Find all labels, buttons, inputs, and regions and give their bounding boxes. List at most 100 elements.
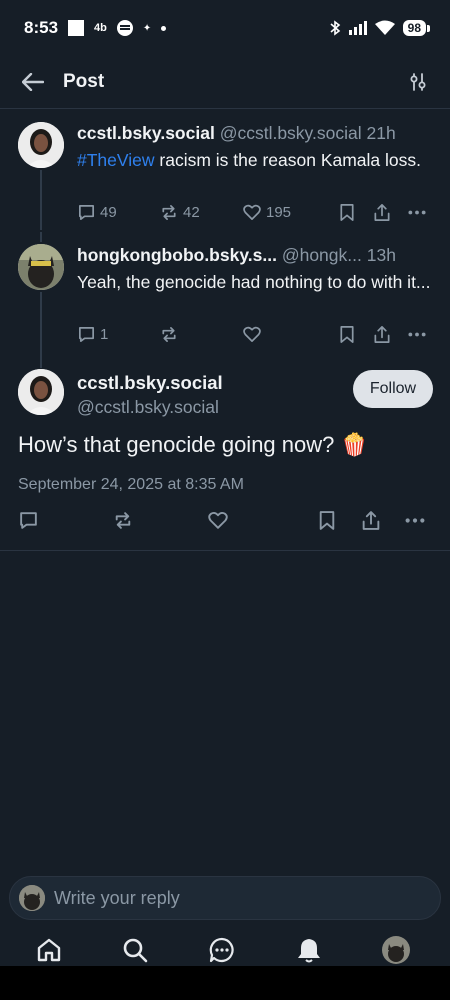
share-icon (374, 204, 390, 221)
time-ago: 21h (366, 123, 396, 143)
thread-settings-button[interactable] (406, 70, 430, 94)
reply-count: 49 (100, 204, 117, 221)
repost-button[interactable] (159, 325, 179, 344)
avatar-image (18, 122, 64, 168)
follow-button[interactable]: Follow (353, 370, 433, 408)
nav-home[interactable] (35, 936, 63, 964)
search-icon (123, 938, 148, 963)
post-text: #TheView racism is the reason Kamala los… (77, 149, 432, 172)
status-time: 8:53 (24, 18, 59, 37)
share-icon (362, 511, 380, 530)
like-button[interactable] (242, 325, 262, 344)
bottom-nav (0, 928, 450, 966)
wifi-icon (374, 20, 395, 35)
spotify-icon (116, 20, 133, 36)
post-text: How’s that genocide going now? 🍿 (18, 432, 368, 457)
reply-count: 1 (100, 326, 109, 343)
handle: @ccstl.bsky.social (77, 397, 219, 417)
status-right: 98 (329, 20, 431, 36)
time-ago: 13h (366, 245, 396, 265)
heart-icon (243, 204, 261, 221)
profile-avatar (382, 936, 410, 964)
notification-text: 4b (94, 22, 107, 34)
display-name[interactable]: ccstl.bsky.social (77, 123, 215, 143)
notification-square-icon (68, 20, 85, 36)
post-header: hongkongbobo.bsky.s... @hongk... 13h (77, 245, 396, 266)
reply-button[interactable] (18, 510, 39, 531)
like-button[interactable] (207, 510, 229, 531)
post-header: ccstl.bsky.social @ccstl.bsky.social 21h (77, 123, 396, 144)
post-actions: 49 42 195 (77, 203, 432, 227)
share-button[interactable] (361, 510, 381, 531)
bookmark-icon (340, 204, 354, 221)
nav-profile[interactable] (382, 936, 410, 964)
sliders-icon (410, 73, 426, 91)
heart-icon (243, 326, 261, 343)
divider (0, 550, 450, 551)
nav-chat[interactable] (208, 936, 236, 964)
thread-line (40, 170, 42, 230)
bookmark-icon (319, 511, 335, 530)
avatar[interactable] (18, 369, 64, 415)
more-icon (408, 332, 426, 337)
post-actions (18, 510, 432, 536)
bookmark-button[interactable] (339, 203, 355, 222)
share-button[interactable] (373, 325, 391, 344)
like-count: 195 (266, 204, 292, 221)
signal-icon (348, 21, 367, 35)
reply-composer[interactable]: Write your reply (9, 876, 441, 920)
post-date: September 24, 2025 at 8:35 AM (18, 476, 244, 493)
system-navigation-bar (0, 966, 450, 1000)
repost-count: 42 (183, 204, 200, 221)
reply-button[interactable]: 49 (77, 203, 117, 222)
like-button[interactable]: 195 (242, 203, 291, 222)
arrow-left-icon (22, 73, 44, 91)
nav-notifications[interactable] (295, 936, 323, 964)
chat-icon (209, 937, 234, 963)
back-button[interactable] (20, 69, 46, 95)
display-name[interactable]: hongkongbobo.bsky.s... (77, 245, 277, 265)
more-button[interactable] (407, 325, 427, 344)
bluetooth-icon (330, 20, 340, 36)
handle: @hongk... (281, 245, 362, 265)
reply-button[interactable]: 1 (77, 325, 108, 344)
hashtag-link[interactable]: #TheView (77, 150, 155, 170)
repost-icon (162, 204, 176, 221)
more-icon (408, 210, 426, 215)
bookmark-button[interactable] (318, 510, 336, 531)
status-left: 8:53 4b ✦ (24, 18, 167, 38)
comment-icon (78, 204, 95, 221)
repost-icon (115, 512, 131, 529)
sparkle-icon: ✦ (142, 22, 152, 34)
dot-icon (161, 25, 167, 31)
repost-button[interactable] (112, 510, 134, 531)
repost-icon (162, 326, 176, 343)
avatar[interactable] (18, 122, 64, 168)
bookmark-icon (340, 326, 354, 343)
reply-placeholder: Write your reply (54, 887, 180, 908)
header: Post (0, 56, 450, 109)
avatar-image (18, 369, 64, 415)
thread-line (40, 232, 42, 242)
avatar-image (18, 244, 64, 290)
page-title: Post (63, 71, 105, 92)
more-button[interactable] (407, 203, 427, 222)
battery-indicator: 98 (402, 20, 431, 36)
heart-icon (208, 511, 228, 529)
home-icon (37, 938, 61, 962)
share-icon (374, 326, 390, 343)
user-avatar (19, 885, 45, 911)
more-button[interactable] (404, 510, 426, 531)
bell-icon (298, 939, 320, 963)
repost-button[interactable]: 42 (159, 203, 200, 222)
post-text-content: racism is the reason Kamala loss. (154, 150, 422, 170)
status-bar: 8:53 4b ✦ 98 (0, 0, 450, 56)
nav-search[interactable] (121, 936, 149, 964)
comment-icon (78, 326, 95, 343)
post-text: Yeah, the genocide had nothing to do wit… (77, 272, 431, 292)
bookmark-button[interactable] (339, 325, 355, 344)
comment-icon (20, 512, 37, 529)
share-button[interactable] (373, 203, 391, 222)
avatar[interactable] (18, 244, 64, 290)
display-name[interactable]: ccstl.bsky.social (77, 372, 223, 394)
